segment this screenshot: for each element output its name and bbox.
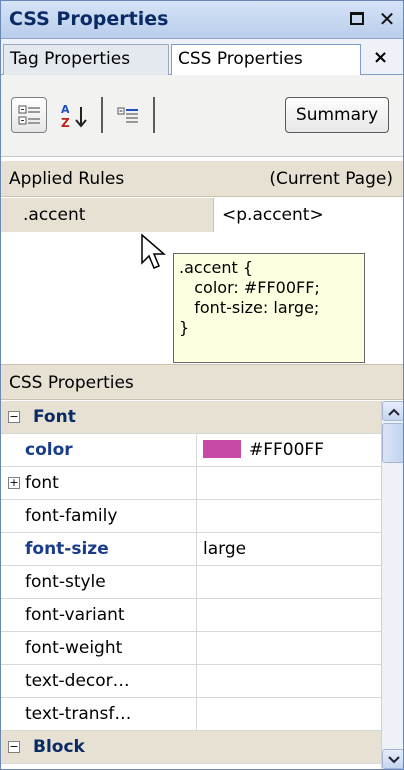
- property-name: font-weight: [1, 632, 197, 664]
- show-alphabetical-view-button[interactable]: A Z: [59, 101, 91, 131]
- applied-rule-row[interactable]: .accent <p.accent>: [1, 198, 403, 232]
- property-name: text-transf…: [1, 698, 197, 730]
- property-row-text-transform[interactable]: text-transf…: [1, 698, 381, 731]
- property-row-font-style[interactable]: font-style: [1, 566, 381, 599]
- panel-titlebar[interactable]: CSS Properties ✕: [1, 1, 403, 39]
- summary-button[interactable]: Summary: [285, 97, 389, 133]
- property-value[interactable]: [197, 566, 381, 598]
- property-row-color[interactable]: color #FF00FF: [1, 434, 381, 467]
- property-value[interactable]: [197, 500, 381, 532]
- sort-az-icon: A Z: [61, 103, 87, 130]
- maximize-icon[interactable]: [345, 7, 369, 31]
- show-set-properties-button[interactable]: [115, 101, 147, 131]
- property-name: font-family: [1, 500, 197, 532]
- properties-grid: − Font color #FF00FF + font font-family …: [1, 401, 381, 769]
- show-category-view-button[interactable]: [11, 97, 47, 133]
- css-properties-label: CSS Properties: [9, 373, 134, 393]
- color-value-text: #FF00FF: [249, 440, 324, 460]
- property-name: font: [1, 467, 197, 499]
- property-name: font-variant: [1, 599, 197, 631]
- property-row-font-size[interactable]: font-size large: [1, 533, 381, 566]
- property-value[interactable]: [197, 599, 381, 631]
- toolbar-separator: [153, 97, 155, 133]
- property-value[interactable]: [197, 665, 381, 697]
- rule-selector: .accent: [1, 198, 213, 232]
- scroll-down-button[interactable]: [382, 749, 403, 769]
- chevron-down-icon: [388, 756, 400, 764]
- toolbar: A Z Summary: [1, 75, 403, 157]
- property-row-text-decoration[interactable]: text-decor…: [1, 665, 381, 698]
- color-swatch[interactable]: [203, 440, 241, 458]
- property-row-font-weight[interactable]: font-weight: [1, 632, 381, 665]
- tab-close-icon[interactable]: ×: [373, 47, 388, 68]
- category-label: Font: [33, 407, 76, 427]
- tab-strip: Tag Properties CSS Properties ×: [1, 39, 403, 76]
- set-properties-icon: [117, 107, 138, 123]
- svg-text:A: A: [61, 103, 70, 116]
- property-name: font-style: [1, 566, 197, 598]
- css-properties-header: CSS Properties: [1, 364, 403, 400]
- svg-text:Z: Z: [61, 116, 70, 130]
- tab-css-properties[interactable]: CSS Properties: [171, 44, 361, 76]
- panel-title: CSS Properties: [9, 8, 169, 30]
- category-font[interactable]: − Font: [1, 401, 381, 434]
- property-value[interactable]: [197, 467, 381, 499]
- chevron-up-icon: [388, 408, 400, 416]
- toolbar-separator: [101, 97, 103, 133]
- css-properties-panel: CSS Properties ✕ Tag Properties CSS Prop…: [0, 0, 404, 770]
- scroll-up-button[interactable]: [382, 401, 403, 421]
- property-value[interactable]: #FF00FF: [197, 434, 381, 466]
- scrollbar-thumb[interactable]: [382, 423, 403, 463]
- close-icon[interactable]: ✕: [375, 7, 399, 31]
- current-page-label: (Current Page): [269, 169, 393, 189]
- property-row-font[interactable]: + font: [1, 467, 381, 500]
- rule-tag: <p.accent>: [213, 198, 403, 232]
- applied-rules-header: Applied Rules (Current Page): [1, 161, 403, 197]
- property-value[interactable]: [197, 698, 381, 730]
- category-block[interactable]: − Block: [1, 731, 381, 764]
- category-label: Block: [33, 737, 85, 757]
- rule-tooltip: .accent { color: #FF00FF; font-size: lar…: [173, 253, 365, 363]
- category-list-icon: [18, 105, 40, 125]
- mouse-pointer-icon: [141, 233, 167, 269]
- tab-tag-properties[interactable]: Tag Properties: [3, 44, 169, 75]
- vertical-scrollbar[interactable]: [381, 401, 403, 769]
- property-value[interactable]: large: [197, 533, 381, 565]
- property-name: text-decor…: [1, 665, 197, 697]
- property-value[interactable]: [197, 632, 381, 664]
- property-name: color: [1, 434, 197, 466]
- applied-rules-label: Applied Rules: [9, 169, 125, 189]
- property-name: font-size: [1, 533, 197, 565]
- property-row-font-variant[interactable]: font-variant: [1, 599, 381, 632]
- property-row-font-family[interactable]: font-family: [1, 500, 381, 533]
